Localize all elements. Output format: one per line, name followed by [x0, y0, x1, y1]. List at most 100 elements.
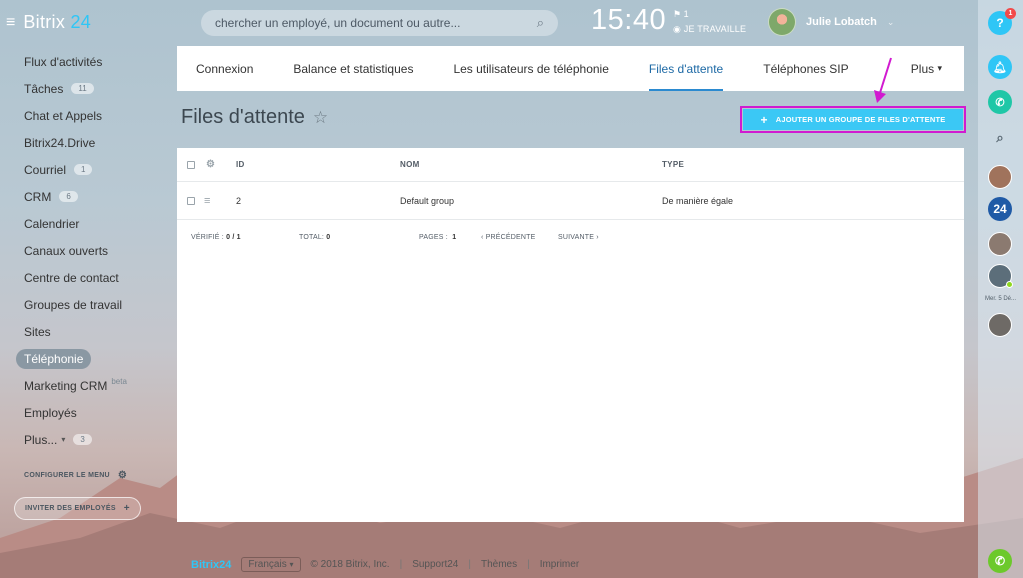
themes-link[interactable]: Thèmes: [481, 559, 517, 570]
top-header: ≡ Bitrix 24 chercher un employé, un docu…: [0, 0, 978, 46]
right-sidebar: ? 1 🔔︎ ✆ ⌕ 24 Mer. 5 Dé... ✆: [978, 0, 1023, 578]
counter-badge: 6: [59, 191, 78, 202]
invite-employees-button[interactable]: INVITER DES EMPLOYÉS +: [14, 497, 141, 520]
prev-label: PRÉCÉDENTE: [485, 233, 536, 241]
sidebar-item-telephonie[interactable]: Téléphonie: [0, 345, 172, 372]
avatar[interactable]: [988, 313, 1012, 337]
menu-burger-icon[interactable]: ≡: [6, 14, 15, 32]
bitrix24-icon[interactable]: 24: [988, 197, 1012, 221]
grid-footer: VÉRIFIÉ : 0 / 1 TOTAL: 0 PAGES : 1 ‹ PRÉ…: [177, 220, 964, 254]
plus-icon: +: [123, 503, 130, 514]
checked-count: VÉRIFIÉ : 0 / 1: [191, 234, 241, 241]
sidebar-item-contact-center[interactable]: Centre de contact: [0, 264, 172, 291]
plus-icon: +: [760, 112, 768, 127]
chat-icon[interactable]: ✆: [988, 90, 1012, 114]
sidebar-item-label: Canaux ouverts: [24, 243, 109, 258]
prev-page-link[interactable]: ‹ PRÉCÉDENTE: [481, 234, 536, 241]
sidebar-item-label: Flux d'activités: [24, 54, 103, 69]
column-header-name[interactable]: NOM: [400, 160, 420, 169]
tab-more-label: Plus: [910, 61, 935, 76]
column-header-id[interactable]: ID: [236, 160, 245, 169]
work-status-label: JE TRAVAILLE: [683, 24, 747, 34]
bell-icon[interactable]: 🔔︎: [988, 55, 1012, 79]
left-menu: Flux d'activités Tâches 11 Chat et Appels…: [0, 48, 172, 453]
search-icon[interactable]: ⌕: [537, 15, 544, 31]
language-select[interactable]: Français ▾: [241, 557, 301, 572]
sidebar-item-drive[interactable]: Bitrix24.Drive: [0, 129, 172, 156]
logo[interactable]: ≡ Bitrix 24: [6, 12, 91, 33]
user-name: Julie Lobatch: [806, 16, 877, 28]
tab-users[interactable]: Les utilisateurs de téléphonie: [453, 46, 608, 91]
configure-menu-label: CONFIGURER LE MENU: [24, 472, 110, 479]
phone-icon[interactable]: ✆: [988, 549, 1012, 573]
sidebar-item-crm[interactable]: CRM 6: [0, 183, 172, 210]
search-icon[interactable]: ⌕: [988, 126, 1012, 150]
pages-value: 1: [452, 233, 457, 241]
table-row[interactable]: ≡ 2 Default group De manière égale: [177, 182, 964, 220]
sidebar-item-groupes[interactable]: Groupes de travail: [0, 291, 172, 318]
sidebar-item-canaux[interactable]: Canaux ouverts: [0, 237, 172, 264]
divider: |: [527, 559, 530, 570]
sidebar-item-employes[interactable]: Employés: [0, 399, 172, 426]
avatar[interactable]: [988, 232, 1012, 256]
sidebar-item-label: Plus...: [24, 432, 58, 447]
cell-name[interactable]: Default group: [400, 196, 454, 206]
pages-label: PAGES :: [419, 233, 448, 241]
brand-logo: Bitrix 24: [23, 12, 92, 32]
page-footer: Bitrix24 Français ▾ © 2018 Bitrix, Inc. …: [191, 557, 579, 572]
flag-counter: ⚑ 1: [673, 9, 689, 19]
sidebar-item-chat[interactable]: Chat et Appels: [0, 102, 172, 129]
column-header-type[interactable]: TYPE: [662, 160, 684, 169]
grid-header: ⚙ ID NOM TYPE: [177, 148, 964, 182]
star-icon[interactable]: ☆: [313, 108, 328, 128]
checked-label: VÉRIFIÉ :: [191, 233, 224, 241]
cell-id: 2: [236, 195, 242, 206]
avatar[interactable]: [988, 264, 1013, 288]
sidebar-item-calendrier[interactable]: Calendrier: [0, 210, 172, 237]
next-page-link[interactable]: SUIVANTE ›: [558, 234, 599, 241]
support-link[interactable]: Support24: [412, 559, 458, 570]
status-icon: ◉: [673, 24, 682, 34]
tab-balance[interactable]: Balance et statistiques: [293, 46, 413, 91]
gear-icon[interactable]: ⚙: [206, 159, 215, 170]
row-menu-icon[interactable]: ≡: [204, 195, 210, 207]
divider: |: [399, 559, 403, 570]
clock[interactable]: 15:40: [591, 4, 666, 37]
add-queue-group-button[interactable]: + AJOUTER UN GROUPE DE FILES D'ATTENTE: [743, 109, 963, 130]
beta-badge: beta: [111, 377, 127, 386]
tab-more[interactable]: Plus ▾: [911, 46, 942, 91]
pages-info: PAGES : 1: [419, 234, 456, 241]
tab-connexion[interactable]: Connexion: [196, 46, 253, 91]
work-status[interactable]: ⚑ 1 ◉ JE TRAVAILLE: [673, 8, 746, 35]
avatar[interactable]: [988, 165, 1012, 189]
configure-menu-button[interactable]: CONFIGURER LE MENU ⚙: [24, 470, 127, 481]
page-title-text: Files d'attente: [181, 106, 305, 128]
print-link[interactable]: Imprimer: [540, 559, 579, 570]
total-count: TOTAL: 0: [299, 234, 330, 241]
cell-type: De manière égale: [662, 195, 734, 206]
total-value: 0: [326, 233, 331, 241]
search-input[interactable]: chercher un employé, un document ou autr…: [201, 10, 558, 36]
tab-sip[interactable]: Téléphones SIP: [763, 46, 848, 91]
sidebar-item-flux[interactable]: Flux d'activités: [0, 48, 172, 75]
select-all-checkbox[interactable]: [187, 160, 195, 169]
search-placeholder: chercher un employé, un document ou autr…: [215, 16, 461, 30]
row-checkbox[interactable]: [187, 196, 195, 205]
sidebar-item-label: Chat et Appels: [24, 108, 103, 123]
sidebar-item-plus[interactable]: Plus... ▾ 3: [0, 426, 172, 453]
user-menu[interactable]: Julie Lobatch ⌄: [768, 8, 894, 36]
sidebar-item-label: Marketing CRM: [24, 378, 108, 393]
sidebar-item-sites[interactable]: Sites: [0, 318, 172, 345]
footer-brand[interactable]: Bitrix24: [191, 559, 231, 571]
help-icon[interactable]: ? 1: [988, 8, 1016, 35]
notification-badge: 1: [1005, 8, 1016, 19]
avatar: [768, 8, 796, 36]
next-label: SUIVANTE: [558, 233, 595, 241]
sidebar-item-marketing[interactable]: Marketing CRM beta: [0, 372, 172, 399]
sidebar-item-courriel[interactable]: Courriel 1: [0, 156, 172, 183]
sidebar-item-taches[interactable]: Tâches 11: [0, 75, 172, 102]
add-queue-group-label: AJOUTER UN GROUPE DE FILES D'ATTENTE: [775, 115, 946, 124]
online-indicator: [1006, 281, 1013, 288]
copyright: © 2018 Bitrix, Inc.: [310, 559, 390, 570]
tab-queues[interactable]: Files d'attente: [648, 46, 724, 91]
